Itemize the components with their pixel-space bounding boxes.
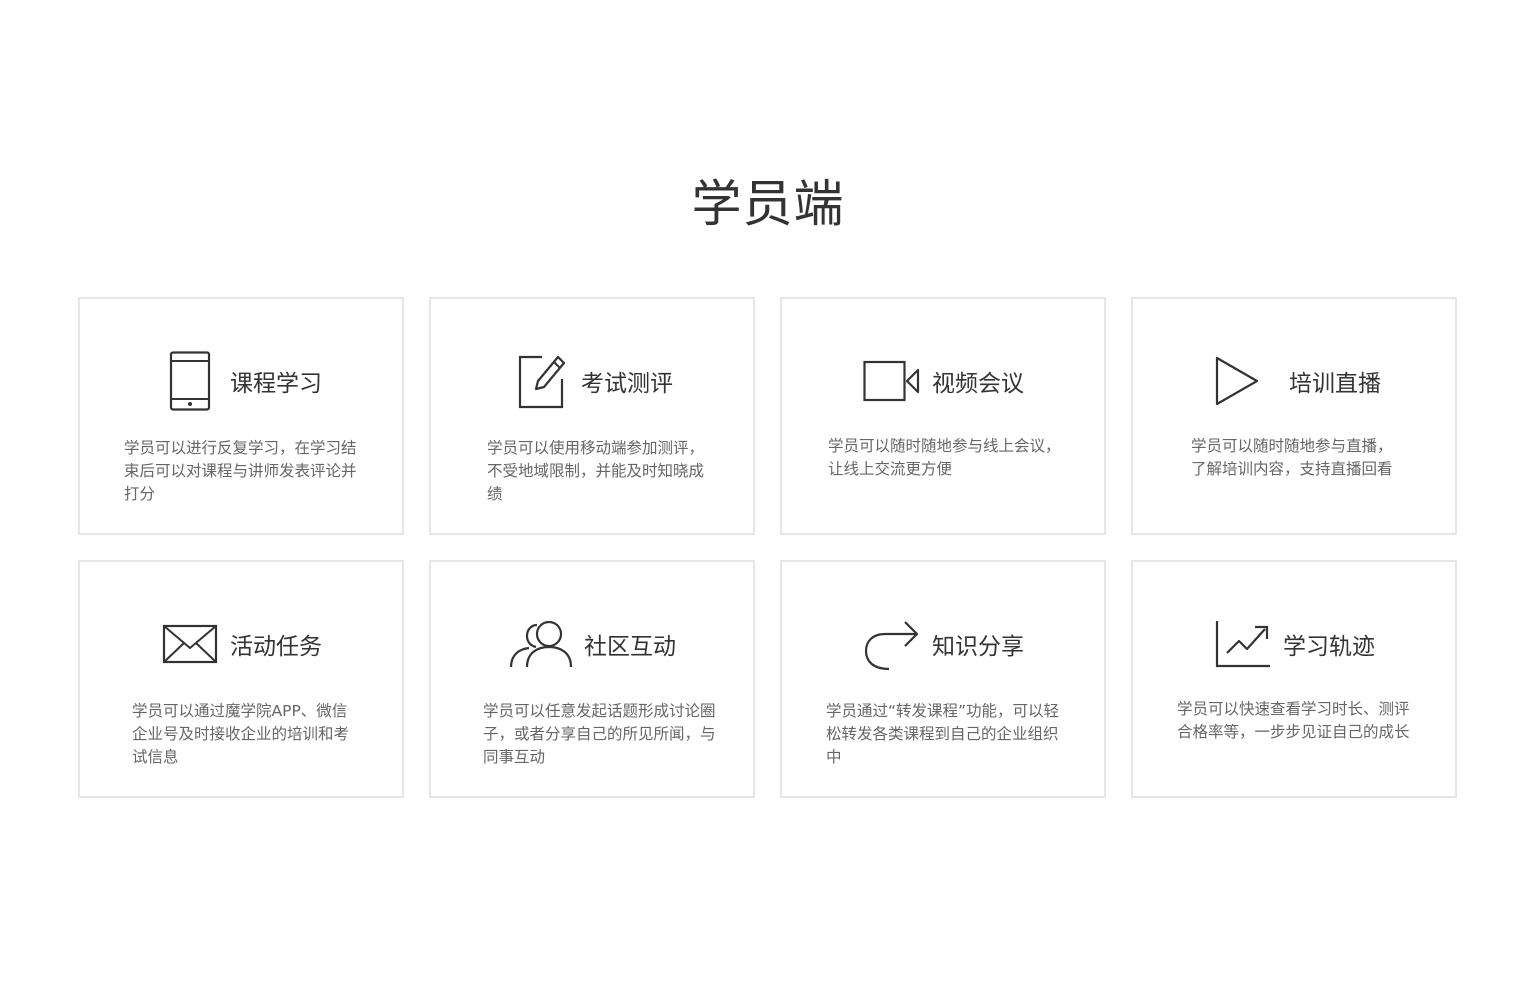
card-title: 考试测评 xyxy=(581,371,673,397)
feature-card-video-meeting[interactable]: 视频会议 学员可以随时随地参与线上会议，让线上交流更方便 xyxy=(780,297,1106,535)
card-description: 学员可以快速查看学习时长、测评合格率等，一步步见证自己的成长 xyxy=(1177,700,1410,741)
users-icon xyxy=(508,614,574,674)
page: 学员端 课程学习 学员可以进行反复学习，在学习结束后可以对课程与讲师发表评论并打… xyxy=(0,0,1536,982)
card-description: 学员可以任意发起话题形成讨论圈子，或者分享自己的所见所闻，与同事互动 xyxy=(483,702,716,766)
card-title: 课程学习 xyxy=(230,371,322,397)
tablet-icon xyxy=(160,351,220,411)
card-description: 学员通过“转发课程”功能，可以轻松转发各类课程到自己的企业组织中 xyxy=(826,702,1060,766)
trend-chart-icon xyxy=(1213,614,1273,674)
card-title: 知识分享 xyxy=(932,634,1024,660)
card-header: 考试测评 xyxy=(431,351,753,411)
card-title: 培训直播 xyxy=(1289,371,1381,397)
section-title: 学员端 xyxy=(691,175,845,233)
card-description: 学员可以使用移动端参加测评，不受地域限制，并能及时知晓成绩 xyxy=(487,439,705,503)
feature-card-exam-evaluation[interactable]: 考试测评 学员可以使用移动端参加测评，不受地域限制，并能及时知晓成绩 xyxy=(429,297,755,535)
edit-icon xyxy=(511,351,571,411)
feature-card-community-interaction[interactable]: 社区互动 学员可以任意发起话题形成讨论圈子，或者分享自己的所见所闻，与同事互动 xyxy=(429,560,755,798)
card-title: 活动任务 xyxy=(230,634,322,660)
card-description: 学员可以进行反复学习，在学习结束后可以对课程与讲师发表评论并打分 xyxy=(124,439,357,503)
feature-card-course-learning[interactable]: 课程学习 学员可以进行反复学习，在学习结束后可以对课程与讲师发表评论并打分 xyxy=(78,297,404,535)
card-header: 知识分享 xyxy=(782,614,1104,674)
feature-card-activity-task[interactable]: 活动任务 学员可以通过魔学院APP、微信企业号及时接收企业的培训和考试信息 xyxy=(78,560,404,798)
feature-card-knowledge-sharing[interactable]: 知识分享 学员通过“转发课程”功能，可以轻松转发各类课程到自己的企业组织中 xyxy=(780,560,1106,798)
card-description: 学员可以通过魔学院APP、微信企业号及时接收企业的培训和考试信息 xyxy=(132,702,350,766)
card-header: 课程学习 xyxy=(80,351,402,411)
card-header: 视频会议 xyxy=(782,351,1104,411)
card-title: 学习轨迹 xyxy=(1283,634,1375,660)
play-icon xyxy=(1207,351,1267,411)
feature-card-learning-track[interactable]: 学习轨迹 学员可以快速查看学习时长、测评合格率等，一步步见证自己的成长 xyxy=(1131,560,1457,798)
video-camera-icon xyxy=(862,351,922,411)
card-header: 社区互动 xyxy=(431,614,753,674)
envelope-icon xyxy=(160,614,220,674)
card-title: 视频会议 xyxy=(932,371,1024,397)
share-arrow-icon xyxy=(862,614,922,674)
feature-card-live-training[interactable]: 培训直播 学员可以随时随地参与直播，了解培训内容，支持直播回看 xyxy=(1131,297,1457,535)
card-description: 学员可以随时随地参与线上会议，让线上交流更方便 xyxy=(828,437,1061,478)
card-header: 活动任务 xyxy=(80,614,402,674)
card-description: 学员可以随时随地参与直播，了解培训内容，支持直播回看 xyxy=(1191,437,1393,478)
card-header: 培训直播 xyxy=(1133,351,1455,411)
card-title: 社区互动 xyxy=(584,634,676,660)
card-header: 学习轨迹 xyxy=(1133,614,1455,674)
